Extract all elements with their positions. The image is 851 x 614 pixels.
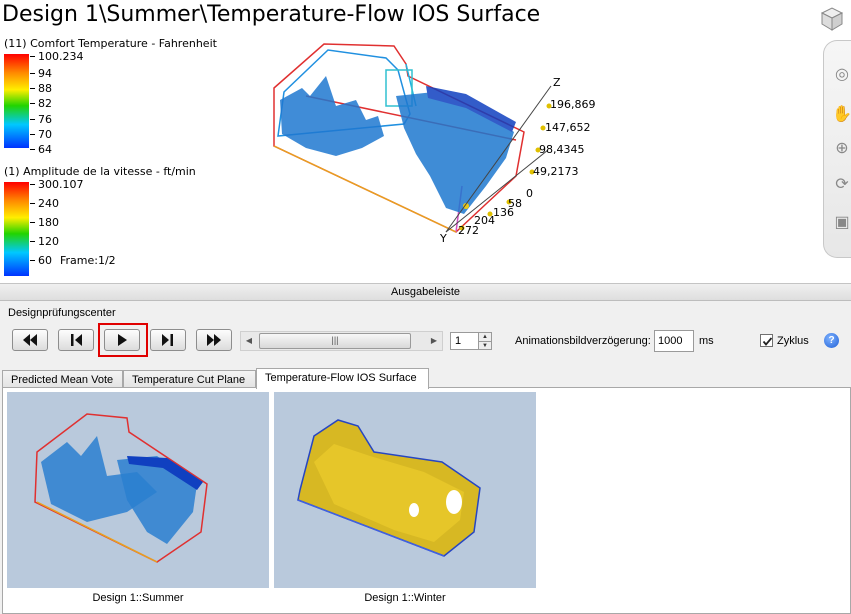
tab-temperature-flow-ios-surface[interactable]: Temperature-Flow IOS Surface [256, 368, 429, 389]
summer-result-image [34, 413, 208, 563]
legend-temperature-tick: 70 [30, 128, 52, 141]
legend-temperature-tick: 82 [30, 97, 52, 110]
step-back-icon [71, 334, 82, 346]
delay-unit: ms [699, 335, 714, 347]
orbit-icon[interactable]: ⟳ [832, 175, 851, 195]
tab-temperature-cut-plane[interactable]: Temperature Cut Plane [123, 370, 256, 388]
delay-label: Animationsbildverzögerung: [515, 335, 651, 347]
rewind-icon [23, 334, 37, 346]
winter-caption: Design 1::Winter [364, 592, 446, 604]
summer-thumbnail[interactable] [7, 392, 269, 588]
axis-tick-label: 272 [458, 224, 479, 237]
loop-label[interactable]: Zyklus [777, 335, 809, 347]
section-label: Designprüfungscenter [8, 307, 116, 319]
axis-tick-label: 98,4345 [539, 143, 585, 156]
axis-tick-label: 147,652 [545, 121, 591, 134]
axis-tick-label: 49,2173 [533, 165, 579, 178]
slider-right-arrow-icon[interactable]: ▶ [426, 332, 442, 350]
viewcube-icon[interactable] [818, 4, 846, 32]
legend-temperature-bar [4, 54, 29, 148]
frame-counter: Frame:1/2 [60, 254, 116, 267]
play-button-highlight [98, 323, 148, 357]
output-bar-header: Ausgabeleiste [0, 283, 851, 301]
slider-thumb[interactable]: ||| [259, 333, 411, 349]
legend-velocity-tick: 180 [30, 216, 59, 229]
winter-result-image [297, 419, 481, 557]
slider-left-arrow-icon[interactable]: ◀ [241, 332, 257, 350]
help-icon[interactable]: ? [824, 333, 839, 348]
legend-temperature-title: (11) Comfort Temperature - Fahrenheit [4, 37, 217, 50]
pan-icon[interactable]: ✋ [832, 105, 851, 125]
look-at-icon[interactable]: ▣ [832, 213, 851, 233]
legend-temperature-tick: 76 [30, 113, 52, 126]
summer-caption: Design 1::Summer [92, 592, 184, 604]
full-navigation-wheel-icon[interactable]: ◎ [832, 65, 851, 85]
viewport-title: Design 1\Summer\Temperature-Flow IOS Sur… [2, 2, 541, 27]
winter-thumbnail[interactable] [274, 392, 536, 588]
spinner-up-icon[interactable]: ▲ [478, 333, 491, 341]
previous-frame-button[interactable] [58, 329, 94, 351]
first-frame-button[interactable] [12, 329, 48, 351]
spinner-down-icon[interactable]: ▼ [478, 341, 491, 349]
zoom-icon[interactable]: ⊕ [832, 139, 851, 159]
next-frame-button[interactable] [150, 329, 186, 351]
delay-input[interactable]: 1000 [654, 330, 694, 352]
fast-forward-icon [207, 334, 221, 346]
axis-tick-label: 136 [493, 206, 514, 219]
loop-checkbox[interactable] [760, 334, 773, 347]
legend-temperature-tick: 64 [30, 143, 52, 156]
tab-predicted-mean-vote[interactable]: Predicted Mean Vote [2, 370, 123, 388]
legend-velocity-tick: 300.107 [30, 178, 84, 191]
legend-temperature-tick: 88 [30, 82, 52, 95]
frame-slider[interactable]: ◀ ||| ▶ [240, 331, 443, 351]
axis-z-label: Z [553, 76, 561, 89]
axis-y-label: Y [440, 232, 447, 245]
last-frame-button[interactable] [196, 329, 232, 351]
step-forward-icon [162, 334, 173, 346]
legend-temperature-tick: 100.234 [30, 50, 84, 63]
checkmark-icon [762, 337, 773, 346]
navigation-bar: ◎ ✋ ⊕ ⟳ ▣ [823, 40, 851, 258]
legend-velocity-tick: 60 [30, 254, 52, 267]
viewport[interactable]: Design 1\Summer\Temperature-Flow IOS Sur… [0, 0, 851, 283]
legend-velocity-tick: 120 [30, 235, 59, 248]
axis-tick-label: 0 [526, 187, 533, 200]
design-review-panel: Designprüfungscenter ◀ ||| ▶ 1 ▲ ▼ Anima… [0, 301, 851, 614]
frame-spinner-value: 1 [455, 335, 462, 347]
legend-velocity-bar [4, 182, 29, 276]
frame-spinner[interactable]: 1 ▲ ▼ [450, 332, 492, 350]
legend-velocity-tick: 240 [30, 197, 59, 210]
axis-tick-label: 196,869 [550, 98, 596, 111]
tab-content: Design 1::Summer Design 1::Winter [2, 387, 851, 614]
legend-velocity-title: (1) Amplitude de la vitesse - ft/min [4, 165, 196, 178]
legend-temperature-tick: 94 [30, 67, 52, 80]
